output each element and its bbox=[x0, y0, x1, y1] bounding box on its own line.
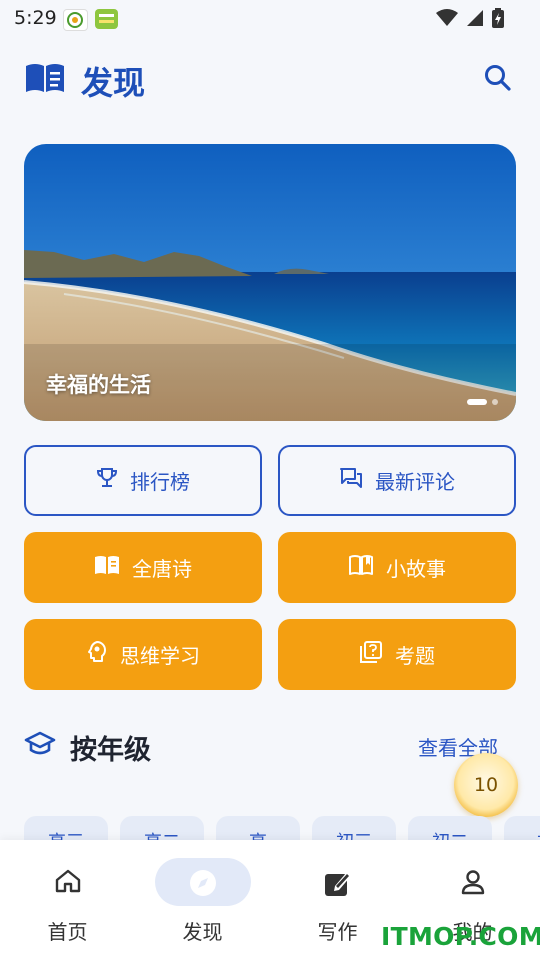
status-bar: 5:29 bbox=[0, 0, 540, 38]
banner-caption: 幸福的生活 bbox=[46, 373, 151, 397]
carousel-indicator bbox=[467, 399, 498, 405]
short-stories-button[interactable]: 小故事 bbox=[278, 532, 516, 603]
tab-discover[interactable]: 发现 bbox=[135, 840, 270, 960]
ranking-button[interactable]: 排行榜 bbox=[24, 445, 262, 516]
short-stories-label: 小故事 bbox=[386, 557, 446, 581]
thinking-learning-button[interactable]: 思维学习 bbox=[24, 619, 262, 690]
home-icon bbox=[54, 868, 82, 898]
site-watermark: ITMOP.COM bbox=[381, 922, 540, 951]
exam-questions-label: 考题 bbox=[395, 644, 435, 668]
tang-poems-label: 全唐诗 bbox=[132, 557, 192, 581]
trophy-icon bbox=[96, 467, 118, 494]
status-time: 5:29 bbox=[14, 7, 57, 29]
user-icon bbox=[459, 868, 487, 900]
battery-icon bbox=[492, 8, 504, 32]
latest-comments-button[interactable]: 最新评论 bbox=[278, 445, 516, 516]
open-book-icon bbox=[348, 554, 374, 581]
tab-discover-label: 发现 bbox=[182, 920, 223, 944]
compass-icon bbox=[188, 868, 218, 902]
app-header: 发现 bbox=[0, 52, 540, 108]
signal-icon bbox=[466, 9, 484, 31]
graduation-cap-icon bbox=[24, 730, 56, 762]
exam-questions-button[interactable]: 考题 bbox=[278, 619, 516, 690]
book-icon bbox=[94, 555, 120, 580]
brain-icon bbox=[86, 640, 108, 669]
tang-poems-button[interactable]: 全唐诗 bbox=[24, 532, 262, 603]
edit-icon bbox=[323, 868, 353, 902]
grade-section-header: 按年级 查看全部 bbox=[24, 726, 516, 770]
search-icon[interactable] bbox=[484, 64, 512, 96]
thinking-learning-label: 思维学习 bbox=[120, 644, 200, 668]
tab-home-label: 首页 bbox=[47, 920, 88, 944]
latest-comments-label: 最新评论 bbox=[375, 470, 455, 494]
carousel-dot bbox=[492, 399, 498, 405]
page-title: 发现 bbox=[81, 64, 146, 102]
coin-reward-badge[interactable]: 10 bbox=[454, 753, 518, 817]
wifi-icon bbox=[436, 9, 458, 31]
banner-carousel[interactable]: 幸福的生活 bbox=[24, 144, 516, 421]
carousel-dot-active bbox=[467, 399, 487, 405]
quiz-icon bbox=[359, 640, 383, 669]
coin-count: 10 bbox=[473, 774, 499, 796]
notification-app-icon bbox=[63, 9, 88, 31]
section-title: 按年级 bbox=[70, 735, 151, 766]
notification-app-icon bbox=[95, 9, 118, 29]
ranking-label: 排行榜 bbox=[130, 470, 190, 494]
book-logo-icon bbox=[24, 62, 66, 98]
tab-home[interactable]: 首页 bbox=[0, 840, 135, 960]
chat-icon bbox=[339, 467, 363, 494]
